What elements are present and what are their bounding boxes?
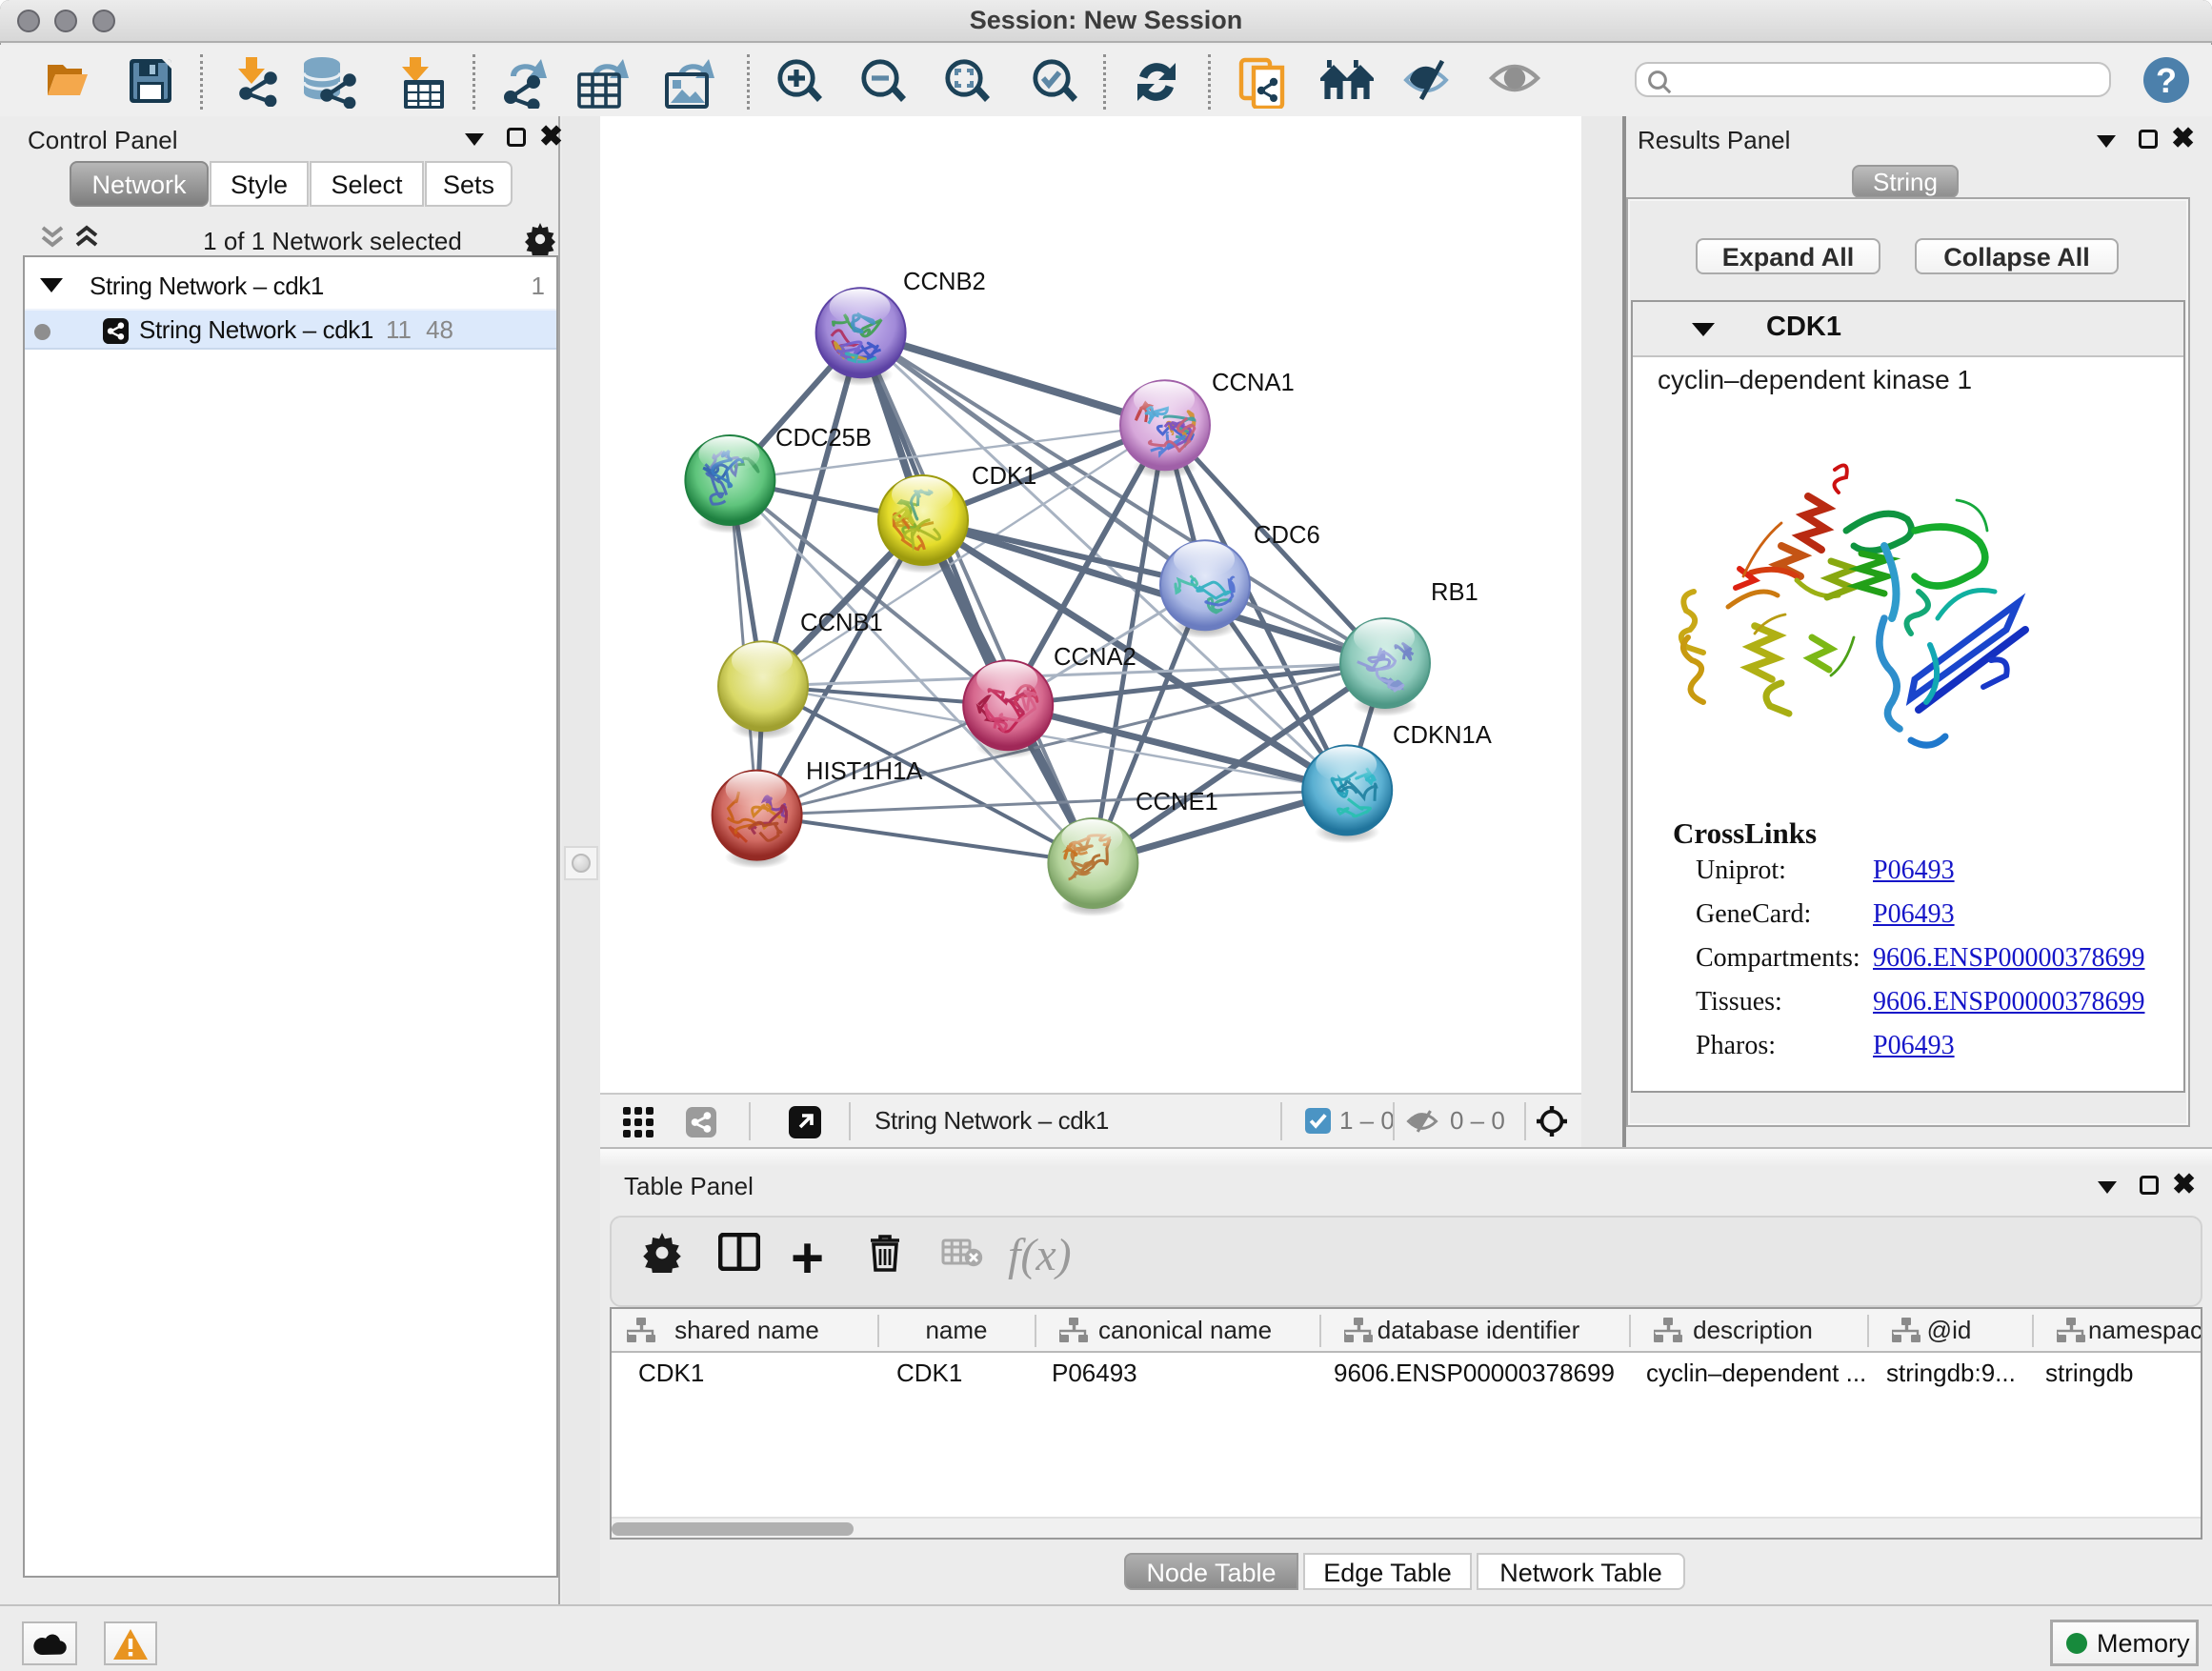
svg-text:?: ? [2156,61,2177,100]
svg-text:CDKN1A: CDKN1A [1393,722,1493,749]
svg-text:CCNE1: CCNE1 [1136,789,1218,815]
svg-text:CCNB1: CCNB1 [800,610,883,636]
svg-text:CDK1: CDK1 [972,463,1036,490]
svg-text:HIST1H1A: HIST1H1A [806,758,923,785]
svg-text:RB1: RB1 [1431,579,1478,606]
svg-text:CDC25B: CDC25B [775,425,872,452]
svg-text:CCNB2: CCNB2 [903,269,986,295]
svg-text:CCNA1: CCNA1 [1212,370,1295,396]
svg-text:CCNA2: CCNA2 [1054,644,1136,671]
svg-text:CDC6: CDC6 [1254,522,1320,549]
